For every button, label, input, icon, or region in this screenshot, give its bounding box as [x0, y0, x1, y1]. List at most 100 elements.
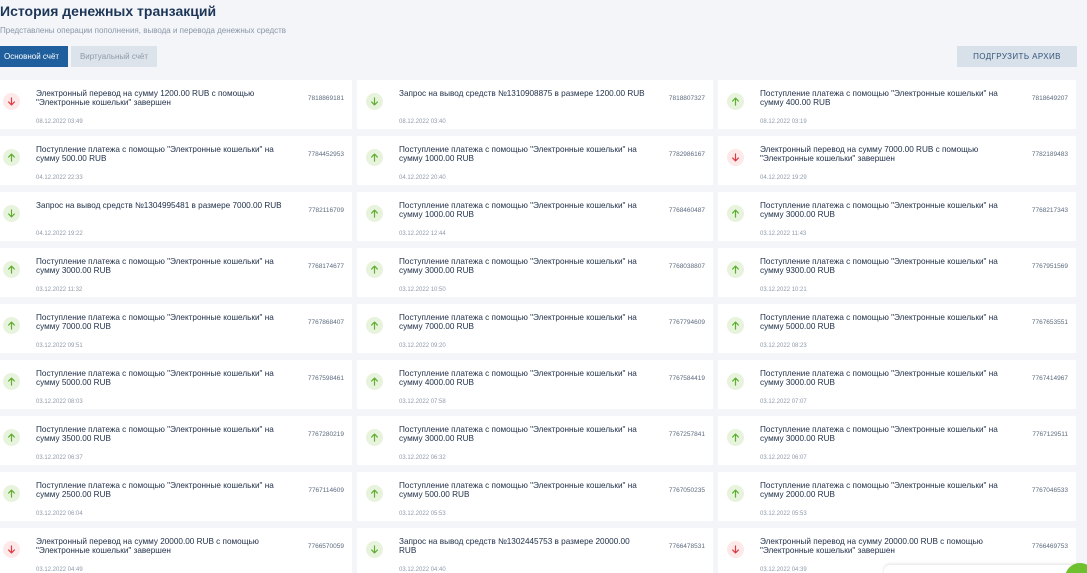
transaction-card[interactable]: Поступление платежа с помощью "Электронн… — [357, 248, 713, 297]
arrow-up-green-icon — [366, 317, 383, 334]
transaction-date: 03.12.2022 09:20 — [399, 343, 446, 349]
transaction-date: 04.12.2022 20:40 — [399, 175, 446, 181]
transaction-card[interactable]: Поступление платежа с помощью "Электронн… — [718, 80, 1076, 129]
transaction-card[interactable]: Поступление платежа с помощью "Электронн… — [718, 360, 1076, 409]
arrow-up-green-icon — [727, 429, 744, 446]
transaction-description: Поступление платежа с помощью "Электронн… — [760, 425, 998, 443]
transaction-date: 03.12.2022 10:50 — [399, 287, 446, 293]
page-title: История денежных транзакций — [0, 3, 217, 19]
transaction-date: 03.12.2022 12:44 — [399, 231, 446, 237]
arrow-up-green-icon — [3, 261, 20, 278]
transaction-id: 7818649207 — [1031, 95, 1068, 102]
transaction-description: Поступление платежа с помощью "Электронн… — [36, 313, 274, 331]
arrow-up-green-icon — [366, 485, 383, 502]
transaction-date: 03.12.2022 07:58 — [399, 399, 446, 405]
transaction-date: 03.12.2022 11:43 — [760, 231, 807, 237]
transaction-date: 03.12.2022 04:49 — [36, 567, 83, 573]
arrow-down-red-icon — [727, 149, 744, 166]
transaction-card[interactable]: Поступление платежа с помощью "Электронн… — [718, 416, 1076, 465]
arrow-up-green-icon — [727, 485, 744, 502]
transaction-description: Электронный перевод на сумму 1200.00 RUB… — [36, 89, 255, 107]
arrow-up-green-icon — [727, 205, 744, 222]
transaction-card[interactable]: Поступление платежа с помощью "Электронн… — [718, 192, 1076, 241]
transaction-id: 7766570059 — [307, 543, 344, 550]
transaction-id: 7766478531 — [668, 543, 705, 550]
transaction-id: 7767129511 — [1032, 431, 1068, 438]
arrow-down-red-icon — [3, 541, 20, 558]
arrow-down-green-icon — [366, 93, 383, 110]
transaction-card[interactable]: Электронный перевод на сумму 1200.00 RUB… — [0, 80, 352, 129]
arrow-up-green-icon — [727, 261, 744, 278]
transaction-card[interactable]: Электронный перевод на сумму 7000.00 RUB… — [718, 136, 1076, 185]
arrow-up-green-icon — [3, 317, 20, 334]
transaction-card[interactable]: Поступление платежа с помощью "Электронн… — [0, 304, 352, 353]
transaction-card[interactable]: Поступление платежа с помощью "Электронн… — [0, 360, 352, 409]
transaction-card[interactable]: Поступление платежа с помощью "Электронн… — [357, 304, 713, 353]
transaction-id: 7767794609 — [668, 319, 705, 326]
transaction-date: 08.12.2022 03:40 — [399, 119, 446, 125]
transaction-description: Поступление платежа с помощью "Электронн… — [399, 313, 637, 331]
transaction-card[interactable]: Поступление платежа с помощью "Электронн… — [718, 472, 1076, 521]
transaction-card[interactable]: Электронный перевод на сумму 20000.00 RU… — [0, 528, 352, 573]
transaction-description: Поступление платежа с помощью "Электронн… — [760, 313, 998, 331]
transaction-id: 7768460487 — [668, 207, 705, 214]
transaction-card[interactable]: Поступление платежа с помощью "Электронн… — [357, 472, 713, 521]
arrow-up-green-icon — [366, 429, 383, 446]
transaction-date: 03.12.2022 11:32 — [36, 287, 83, 293]
transaction-description: Поступление платежа с помощью "Электронн… — [36, 257, 274, 275]
arrow-up-green-icon — [3, 485, 20, 502]
arrow-down-red-icon — [727, 541, 744, 558]
transaction-card[interactable]: Поступление платежа с помощью "Электронн… — [357, 192, 713, 241]
transaction-id: 7818869181 — [307, 95, 344, 102]
transaction-date: 03.12.2022 05:53 — [760, 511, 807, 517]
transaction-id: 7767868407 — [307, 319, 344, 326]
transaction-description: Поступление платежа с помощью "Электронн… — [760, 369, 998, 387]
transaction-card[interactable]: Поступление платежа с помощью "Электронн… — [357, 360, 713, 409]
transaction-date: 03.12.2022 06:32 — [399, 455, 446, 461]
transaction-description: Запрос на вывод средств №1302445753 в ра… — [399, 537, 630, 555]
transaction-date: 03.12.2022 07:07 — [760, 399, 807, 405]
transaction-description: Поступление платежа с помощью "Электронн… — [760, 201, 998, 219]
transaction-description: Электронный перевод на сумму 7000.00 RUB… — [760, 145, 979, 163]
transaction-card[interactable]: Поступление платежа с помощью "Электронн… — [718, 304, 1076, 353]
arrow-up-green-icon — [727, 317, 744, 334]
transaction-card[interactable]: Поступление платежа с помощью "Электронн… — [0, 248, 352, 297]
tab-virtual-account[interactable]: Виртуальный счёт — [71, 46, 157, 67]
load-archive-button[interactable]: ПОДГРУЗИТЬ АРХИВ — [957, 46, 1077, 67]
chat-panel[interactable] — [884, 565, 1084, 573]
transaction-id: 7782116709 — [308, 207, 344, 214]
transaction-description: Поступление платежа с помощью "Электронн… — [36, 369, 274, 387]
transaction-card[interactable]: Запрос на вывод средств №1310908875 в ра… — [357, 80, 713, 129]
transaction-date: 03.12.2022 04:40 — [399, 567, 446, 573]
transaction-id: 7782189483 — [1031, 151, 1068, 158]
transaction-description: Запрос на вывод средств №1310908875 в ра… — [399, 89, 645, 98]
transaction-card[interactable]: Поступление платежа с помощью "Электронн… — [0, 416, 352, 465]
arrow-up-green-icon — [366, 373, 383, 390]
transaction-id: 7768217343 — [1031, 207, 1068, 214]
page-subtitle: Представлены операции пополнения, вывода… — [0, 26, 287, 35]
transaction-card[interactable]: Поступление платежа с помощью "Электронн… — [0, 136, 352, 185]
transaction-id: 7782986167 — [668, 151, 705, 158]
transaction-card[interactable]: Поступление платежа с помощью "Электронн… — [357, 416, 713, 465]
arrow-up-green-icon — [3, 373, 20, 390]
transaction-description: Поступление платежа с помощью "Электронн… — [760, 481, 998, 499]
arrow-up-green-icon — [3, 429, 20, 446]
transaction-card[interactable]: Поступление платежа с помощью "Электронн… — [0, 472, 352, 521]
transaction-id: 7767951569 — [1031, 263, 1068, 270]
transaction-id: 7767280219 — [307, 431, 344, 438]
transaction-date: 03.12.2022 08:23 — [760, 343, 807, 349]
transaction-card[interactable]: Поступление платежа с помощью "Электронн… — [718, 248, 1076, 297]
transaction-id: 7767598461 — [307, 375, 344, 382]
transaction-date: 03.12.2022 04:39 — [760, 567, 807, 573]
arrow-up-green-icon — [366, 149, 383, 166]
transaction-date: 08.12.2022 03:49 — [36, 119, 83, 125]
transaction-id: 7768038807 — [668, 263, 705, 270]
transaction-card[interactable]: Поступление платежа с помощью "Электронн… — [357, 136, 713, 185]
arrow-up-green-icon — [727, 373, 744, 390]
transaction-id: 7767257841 — [668, 431, 705, 438]
tab-main-account[interactable]: Основной счёт — [0, 46, 68, 67]
transaction-card[interactable]: Запрос на вывод средств №1304995481 в ра… — [0, 192, 352, 241]
arrow-up-green-icon — [366, 261, 383, 278]
arrow-down-green-icon — [366, 541, 383, 558]
transaction-card[interactable]: Запрос на вывод средств №1302445753 в ра… — [357, 528, 713, 573]
